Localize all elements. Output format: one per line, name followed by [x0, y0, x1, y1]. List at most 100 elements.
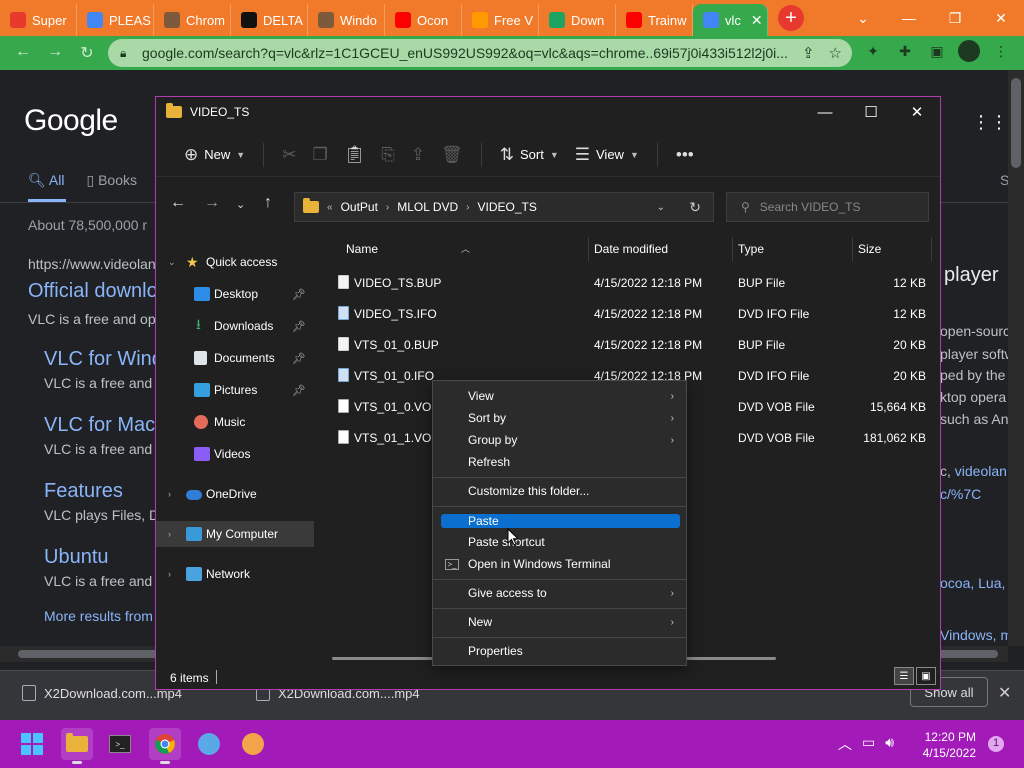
reload-icon[interactable]: ↻: [74, 43, 100, 63]
maximize-button[interactable]: ☐: [848, 97, 894, 127]
browser-restore-button[interactable]: ❐: [932, 10, 978, 27]
search-tab-books[interactable]: ▯ Books: [86, 172, 137, 189]
forward-arrow-icon[interactable]: →: [204, 194, 220, 212]
sitelink-features[interactable]: Features: [44, 480, 123, 503]
nav-onedrive[interactable]: › OneDrive: [156, 481, 314, 507]
file-row[interactable]: VIDEO_TS.IFO 4/15/2022 12:18 PM DVD IFO Fi…: [316, 298, 938, 329]
taskbar-terminal[interactable]: >_: [104, 728, 136, 760]
menu-properties[interactable]: Properties: [441, 640, 680, 662]
back-icon[interactable]: ←: [10, 43, 36, 61]
explorer-title-bar[interactable]: VIDEO_TS — ☐ ✕: [156, 97, 940, 127]
taskbar-app-globe[interactable]: [193, 728, 225, 760]
bookmark-star-icon[interactable]: ☆: [829, 44, 842, 62]
more-options-button[interactable]: •••: [668, 139, 702, 171]
breadcrumb-mlol-dvd[interactable]: MLOL DVD: [397, 200, 458, 214]
sort-button[interactable]: ⇅ Sort ▼: [492, 139, 567, 171]
browser-tab[interactable]: Windo: [308, 4, 385, 36]
menu-view[interactable]: View ›: [441, 385, 680, 407]
taskbar-app-paint[interactable]: [237, 728, 269, 760]
nav-downloads[interactable]: ⭳ Downloads 📌︎: [156, 313, 314, 339]
recent-locations-icon[interactable]: ⌄: [236, 198, 245, 211]
chevron-right-icon[interactable]: ›: [168, 569, 171, 579]
browser-tab[interactable]: Trainw: [616, 4, 693, 36]
chevron-right-icon[interactable]: ›: [466, 202, 469, 213]
column-name[interactable]: Name: [346, 242, 378, 256]
menu-customize-folder[interactable]: Customize this folder...: [441, 480, 680, 502]
address-dropdown-icon[interactable]: ⌄: [657, 202, 665, 213]
tiles-view-toggle[interactable]: ▣: [916, 667, 936, 685]
browser-tab[interactable]: vlc ✕: [693, 4, 768, 36]
browser-tab[interactable]: DELTA: [231, 4, 308, 36]
menu-open-terminal[interactable]: >_ Open in Windows Terminal: [441, 553, 680, 575]
chevron-up-icon[interactable]: ︿: [838, 734, 852, 754]
chevron-down-icon[interactable]: ⌄: [168, 257, 176, 268]
sitelink-vlc-windows[interactable]: VLC for Wind: [44, 348, 163, 371]
taskbar-chrome[interactable]: [149, 728, 181, 764]
menu-paste[interactable]: Paste: [441, 514, 680, 528]
nav-network[interactable]: › Network: [156, 561, 314, 587]
column-type[interactable]: Type: [738, 242, 764, 256]
browser-tab[interactable]: Super: [0, 4, 77, 36]
browser-tab[interactable]: PLEAS: [77, 4, 154, 36]
search-box[interactable]: ⚲ Search VIDEO_TS: [726, 192, 929, 222]
nav-my-computer[interactable]: › My Computer: [156, 521, 314, 547]
new-button[interactable]: ⊕ New ▼: [176, 139, 253, 171]
knowledge-link[interactable]: ocoa, Lua, S: [940, 575, 1019, 591]
sidepanel-icon[interactable]: ▣: [926, 40, 948, 62]
chevron-right-icon[interactable]: ›: [386, 202, 389, 213]
nav-documents[interactable]: Documents 📌︎: [156, 345, 314, 371]
close-button[interactable]: ✕: [894, 97, 940, 127]
sitelink-ubuntu[interactable]: Ubuntu: [44, 546, 109, 569]
address-breadcrumb[interactable]: « OutPut › MLOL DVD › VIDEO_TS ⌄ ↻: [294, 192, 714, 222]
nav-desktop[interactable]: Desktop 📌︎: [156, 281, 314, 307]
taskbar-clock[interactable]: 12:20 PM 4/15/2022: [920, 729, 976, 761]
menu-new[interactable]: New ›: [441, 611, 680, 633]
file-row[interactable]: VIDEO_TS.BUP 4/15/2022 12:18 PM BUP File 12…: [316, 267, 938, 298]
nav-quick-access[interactable]: ⌄ ★ Quick access: [156, 249, 314, 275]
forward-icon[interactable]: →: [42, 43, 68, 61]
overflow-chevron-icon[interactable]: «: [327, 202, 333, 213]
chevron-right-icon[interactable]: ›: [168, 489, 171, 499]
more-results-link[interactable]: More results from: [44, 608, 153, 624]
close-download-bar-icon[interactable]: ✕: [998, 683, 1011, 703]
browser-close-button[interactable]: ✕: [978, 10, 1024, 27]
chrome-menu-icon[interactable]: ⋮: [990, 40, 1012, 62]
menu-give-access[interactable]: Give access to ›: [441, 582, 680, 604]
back-arrow-icon[interactable]: ←: [170, 194, 186, 212]
copy-button[interactable]: ❐: [304, 139, 335, 171]
nav-videos[interactable]: Videos: [156, 441, 314, 467]
browser-tab[interactable]: Free V: [462, 4, 539, 36]
breadcrumb-output[interactable]: OutPut: [341, 200, 378, 214]
volume-icon[interactable]: 🔊︎: [885, 734, 894, 754]
knowledge-link[interactable]: Vindows, m: [940, 627, 1012, 643]
details-view-toggle[interactable]: ☰: [894, 667, 914, 685]
menu-sort-by[interactable]: Sort by ›: [441, 407, 680, 429]
extension-icon[interactable]: ✦: [862, 40, 884, 62]
share-button[interactable]: ⇪: [403, 139, 433, 171]
minimize-button[interactable]: —: [802, 97, 848, 127]
browser-tab[interactable]: Down: [539, 4, 616, 36]
browser-minimize-button[interactable]: —: [886, 10, 932, 27]
profile-avatar[interactable]: 👤︎: [958, 40, 980, 62]
google-logo[interactable]: Google: [24, 104, 118, 138]
close-tab-icon[interactable]: ✕: [751, 12, 763, 29]
share-icon[interactable]: ⇪: [802, 44, 815, 62]
menu-refresh[interactable]: Refresh: [441, 451, 680, 473]
column-date-modified[interactable]: Date modified: [594, 242, 668, 256]
page-vertical-scrollbar[interactable]: [1008, 70, 1024, 646]
browser-tab[interactable]: Ocon: [385, 4, 462, 36]
refresh-icon[interactable]: ↻: [689, 199, 701, 216]
file-row[interactable]: VTS_01_0.BUP 4/15/2022 12:18 PM BUP File 20…: [316, 329, 938, 360]
sitelink-vlc-mac[interactable]: VLC for Mac: [44, 414, 155, 437]
breadcrumb-video-ts[interactable]: VIDEO_TS: [478, 200, 537, 214]
browser-tab[interactable]: Chrom: [154, 4, 231, 36]
chevron-right-icon[interactable]: ›: [168, 529, 171, 539]
new-tab-button[interactable]: +: [778, 5, 804, 31]
address-bar[interactable]: 🔒︎ google.com/search?q=vlc&rlz=1C1GCEU_e…: [108, 39, 852, 67]
delete-button[interactable]: 🗑︎: [433, 139, 471, 171]
taskbar-file-explorer[interactable]: [61, 728, 93, 764]
up-arrow-icon[interactable]: ↑: [264, 194, 272, 212]
column-size[interactable]: Size: [858, 242, 881, 256]
knowledge-link[interactable]: c/%7C: [940, 486, 981, 502]
network-tray-icon[interactable]: ▭: [862, 734, 875, 754]
